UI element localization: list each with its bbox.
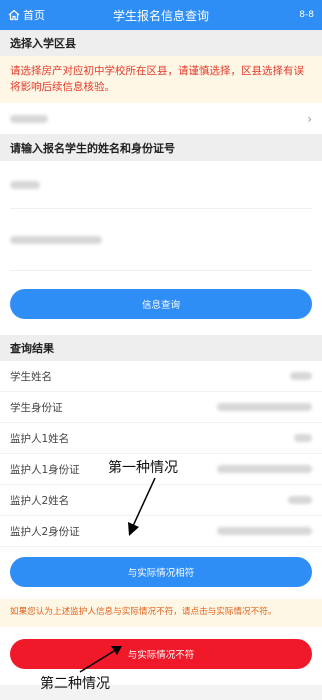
- annotation-second-case: 第二种情况: [40, 676, 110, 692]
- top-bar: 首页 学生报名信息查询 8-8: [0, 0, 322, 30]
- result-label: 学生姓名: [10, 370, 52, 383]
- student-id-input[interactable]: [10, 209, 312, 271]
- result-value-redacted: [288, 496, 312, 504]
- result-row-guardian1-name: 监护人1姓名: [0, 423, 322, 454]
- result-row-student-id: 学生身份证: [0, 392, 322, 423]
- results-section-header: 查询结果: [0, 335, 322, 361]
- district-select[interactable]: ›: [0, 103, 322, 135]
- result-row-guardian2-id: 监护人2身份证: [0, 516, 322, 547]
- result-value-redacted: [290, 372, 312, 380]
- match-button[interactable]: 与实际情况相符: [10, 557, 312, 587]
- match-button-wrap: 与实际情况相符: [0, 547, 322, 599]
- page-code: 8-8: [299, 10, 314, 20]
- result-label: 监护人1身份证: [10, 463, 80, 476]
- district-section-header: 选择入学区县: [0, 30, 322, 56]
- result-label: 监护人1姓名: [10, 432, 70, 445]
- home-link[interactable]: 首页: [0, 7, 45, 23]
- district-value-redacted: [10, 114, 48, 123]
- query-button-wrap: 信息查询: [0, 271, 322, 335]
- home-icon: [8, 9, 20, 21]
- chevron-right-icon: ›: [307, 111, 312, 126]
- result-value-redacted: [217, 527, 312, 535]
- query-button[interactable]: 信息查询: [10, 289, 312, 319]
- student-name-input[interactable]: [10, 161, 312, 209]
- home-label: 首页: [23, 9, 45, 22]
- result-value-redacted: [217, 465, 312, 473]
- results-list: 学生姓名 学生身份证 监护人1姓名 监护人1身份证 监护人2姓名 监护人2身份证: [0, 361, 322, 547]
- result-value-redacted: [217, 403, 312, 411]
- result-row-guardian2-name: 监护人2姓名: [0, 485, 322, 516]
- mismatch-notice: 如果您认为上述监护人信息与实际情况不符，请点击与实际情况不符。: [0, 599, 322, 627]
- page-title: 学生报名信息查询: [112, 8, 209, 23]
- district-warning: 请选择房产对应初中学校所在区县，请谨慎选择，区县选择有误将影响后续信息核验。: [0, 56, 322, 103]
- result-label: 监护人2身份证: [10, 525, 80, 538]
- student-name-redacted: [10, 180, 40, 189]
- result-value-redacted: [294, 434, 312, 442]
- result-label: 监护人2姓名: [10, 494, 70, 507]
- result-label: 学生身份证: [10, 401, 63, 414]
- identity-section-header: 请输入报名学生的姓名和身份证号: [0, 135, 322, 161]
- annotation-first-case: 第一种情况: [108, 460, 178, 476]
- student-id-redacted: [10, 235, 102, 244]
- result-row-student-name: 学生姓名: [0, 361, 322, 392]
- mismatch-button[interactable]: 与实际情况不符: [10, 639, 312, 669]
- identity-form: [0, 161, 322, 271]
